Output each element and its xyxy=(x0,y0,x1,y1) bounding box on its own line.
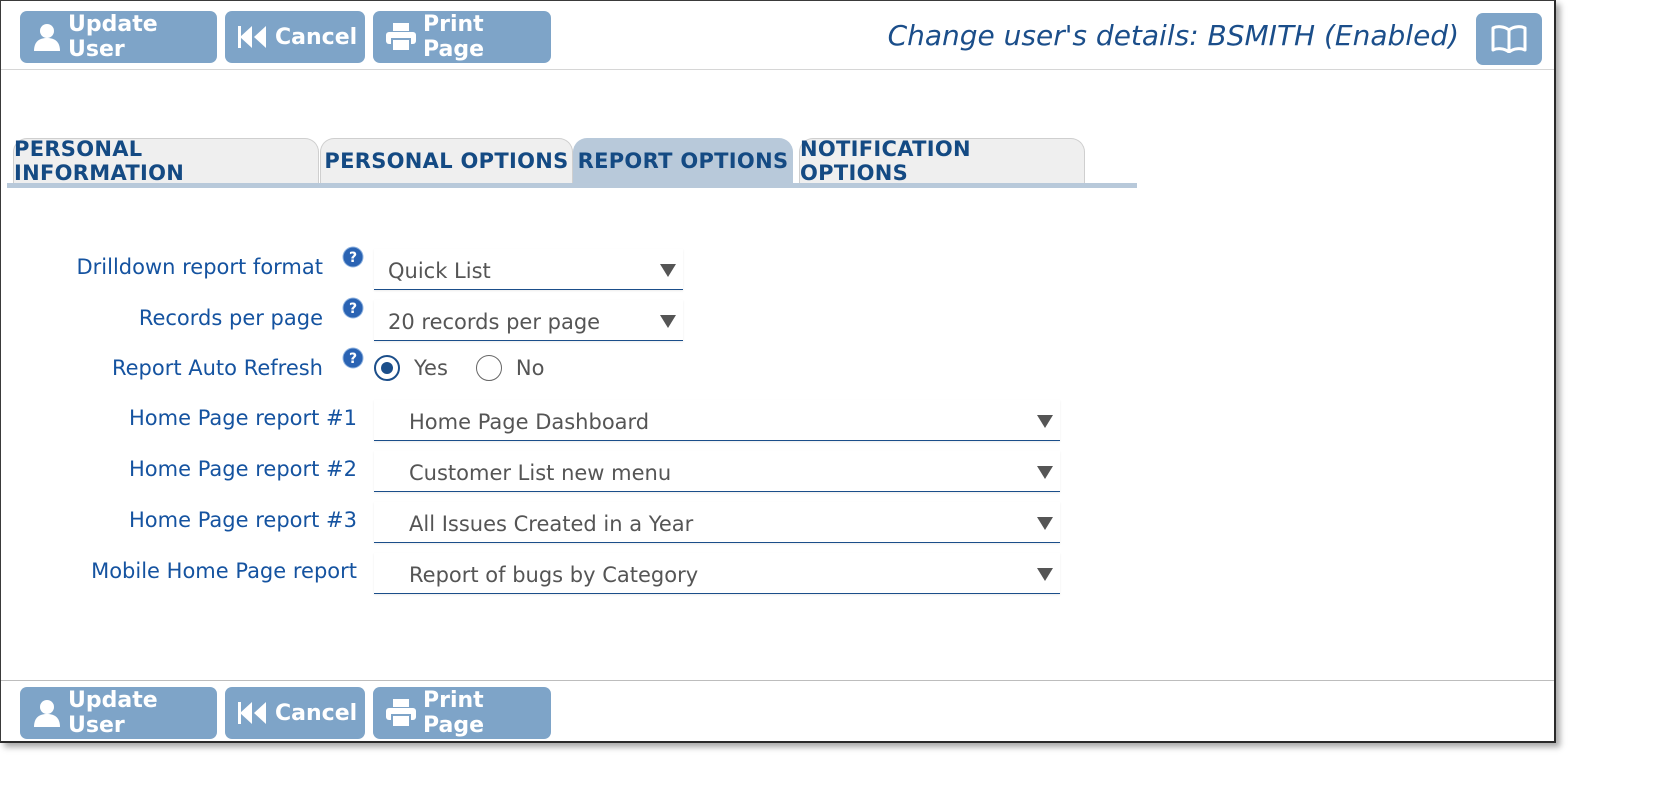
question-icon[interactable]: ? xyxy=(342,297,364,319)
tab-label: PERSONAL OPTIONS xyxy=(324,149,569,173)
records-per-page-select[interactable]: 20 records per page xyxy=(374,300,683,341)
update-user-button[interactable]: Update User xyxy=(20,11,217,63)
home-report-1-label: Home Page report #1 xyxy=(129,406,357,430)
home-report-2-select[interactable]: Customer List new menu xyxy=(374,451,1060,492)
home-report-2-label: Home Page report #2 xyxy=(129,457,357,481)
book-icon xyxy=(1491,25,1527,53)
update-user-label: Update User xyxy=(68,688,158,738)
bottom-toolbar: Update User Cancel Print Page xyxy=(1,680,1554,742)
home-report-2-value: Customer List new menu xyxy=(409,461,672,485)
home-report-3-select[interactable]: All Issues Created in a Year xyxy=(374,502,1060,543)
tab-bar: PERSONAL INFORMATION PERSONAL OPTIONS RE… xyxy=(7,137,1137,188)
drilldown-label: Drilldown report format xyxy=(76,255,323,279)
mobile-home-report-label: Mobile Home Page report xyxy=(91,559,357,583)
tab-label: REPORT OPTIONS xyxy=(577,149,789,173)
auto-refresh-label: Report Auto Refresh xyxy=(111,356,323,380)
update-user-label: Update User xyxy=(68,12,158,62)
user-icon xyxy=(34,700,60,727)
cancel-label: Cancel xyxy=(275,24,358,50)
drilldown-format-select[interactable]: Quick List xyxy=(374,249,683,290)
cancel-button[interactable]: Cancel xyxy=(225,11,365,63)
tab-personal-information[interactable]: PERSONAL INFORMATION xyxy=(13,137,319,185)
auto-refresh-yes-label: Yes xyxy=(414,356,448,380)
question-icon[interactable]: ? xyxy=(342,246,364,268)
caret-down-icon xyxy=(1037,517,1053,530)
app-window: Update User Cancel Print Page Change use… xyxy=(0,0,1556,743)
caret-down-icon xyxy=(1037,568,1053,581)
home-report-3-value: All Issues Created in a Year xyxy=(409,512,694,536)
caret-down-icon xyxy=(1037,466,1053,479)
question-icon[interactable]: ? xyxy=(342,347,364,369)
auto-refresh-no-label: No xyxy=(515,356,545,380)
svg-text:?: ? xyxy=(349,351,357,367)
caret-down-icon xyxy=(1037,415,1053,428)
rewind-icon xyxy=(238,702,266,724)
print-page-label: Print Page xyxy=(423,688,485,738)
home-report-1-value: Home Page Dashboard xyxy=(409,410,650,434)
auto-refresh-radio-group: Yes No xyxy=(374,353,572,383)
print-page-button[interactable]: Print Page xyxy=(373,687,551,739)
home-report-3-label: Home Page report #3 xyxy=(129,508,357,532)
print-page-label: Print Page xyxy=(423,12,485,62)
svg-text:?: ? xyxy=(349,301,357,317)
tab-label: PERSONAL INFORMATION xyxy=(14,137,185,185)
auto-refresh-yes-radio[interactable] xyxy=(374,355,400,381)
update-user-button[interactable]: Update User xyxy=(20,687,217,739)
help-button[interactable] xyxy=(1476,13,1542,65)
printer-icon xyxy=(386,699,416,728)
auto-refresh-no-radio[interactable] xyxy=(475,355,502,381)
drilldown-format-value: Quick List xyxy=(388,259,491,283)
caret-down-icon xyxy=(660,315,676,328)
caret-down-icon xyxy=(660,264,676,277)
svg-text:?: ? xyxy=(349,250,357,266)
tab-label: NOTIFICATION OPTIONS xyxy=(800,137,971,185)
mobile-home-report-value: Report of bugs by Category xyxy=(409,563,699,587)
cancel-label: Cancel xyxy=(275,700,358,726)
tab-underline xyxy=(7,183,1137,188)
tab-notification-options[interactable]: NOTIFICATION OPTIONS xyxy=(799,137,1085,185)
tab-report-options[interactable]: REPORT OPTIONS xyxy=(573,138,793,183)
tab-personal-options[interactable]: PERSONAL OPTIONS xyxy=(320,138,573,183)
print-page-button[interactable]: Print Page xyxy=(373,11,551,63)
records-per-page-label: Records per page xyxy=(138,306,323,330)
cancel-button[interactable]: Cancel xyxy=(225,687,365,739)
records-per-page-value: 20 records per page xyxy=(388,310,601,334)
printer-icon xyxy=(386,23,416,52)
home-report-1-select[interactable]: Home Page Dashboard xyxy=(374,400,1060,441)
top-toolbar: Update User Cancel Print Page Change use… xyxy=(1,1,1554,70)
page-title: Change user's details: BSMITH (Enabled) xyxy=(887,19,1459,52)
rewind-icon xyxy=(238,26,266,48)
mobile-home-report-select[interactable]: Report of bugs by Category xyxy=(374,553,1060,594)
user-icon xyxy=(34,24,60,51)
